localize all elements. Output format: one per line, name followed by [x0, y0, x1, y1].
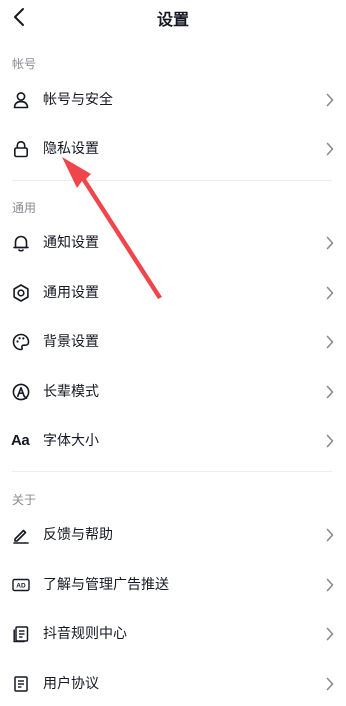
settings-item-user-agreement[interactable]: 用户协议	[0, 662, 346, 706]
section-divider	[12, 471, 332, 472]
settings-item-label: 隐私设置	[43, 141, 99, 157]
settings-item-notifications[interactable]: 通知设置	[0, 221, 346, 265]
chevron-right-icon	[326, 93, 334, 107]
settings-item-label: 背景设置	[43, 334, 99, 350]
chevron-right-icon	[326, 578, 334, 592]
settings-item-label: 了解与管理广告推送	[43, 577, 169, 593]
chevron-right-icon	[326, 236, 334, 250]
chevron-right-icon	[326, 286, 334, 300]
settings-item-account-security[interactable]: 帐号与安全	[0, 78, 346, 122]
settings-item-general[interactable]: 通用设置	[0, 271, 346, 315]
section-divider	[12, 180, 332, 181]
chevron-right-icon	[326, 434, 334, 448]
font-size-icon: Aa	[11, 432, 30, 449]
section-label-account: 帐号	[12, 57, 37, 71]
settings-item-label: 通知设置	[43, 235, 99, 251]
settings-item-label: 长辈模式	[43, 384, 99, 400]
agreement-icon	[11, 674, 31, 694]
settings-item-label: 字体大小	[43, 433, 99, 449]
bell-icon	[11, 233, 31, 253]
settings-item-font-size[interactable]: Aa 字体大小	[0, 419, 346, 463]
settings-item-rules-center[interactable]: 抖音规则中心	[0, 612, 346, 656]
settings-item-label: 帐号与安全	[43, 92, 113, 108]
person-icon	[11, 90, 31, 110]
chevron-right-icon	[326, 627, 334, 641]
chevron-right-icon	[326, 677, 334, 691]
settings-item-elder-mode[interactable]: 长辈模式	[0, 370, 346, 414]
chevron-right-icon	[326, 142, 334, 156]
document-icon	[11, 624, 31, 644]
settings-item-label: 通用设置	[43, 285, 99, 301]
svg-text:AD: AD	[16, 583, 26, 590]
top-bar: 设置	[0, 0, 346, 34]
section-label-about: 关于	[12, 493, 37, 507]
pencil-icon	[11, 525, 31, 545]
settings-item-background[interactable]: 背景设置	[0, 320, 346, 364]
page-title: 设置	[156, 10, 189, 29]
settings-item-privacy[interactable]: 隐私设置	[0, 127, 346, 171]
gear-icon	[11, 283, 31, 303]
section-label-general: 通用	[12, 201, 37, 215]
settings-item-ad-preferences[interactable]: AD 了解与管理广告推送	[0, 563, 346, 607]
palette-icon	[11, 332, 31, 352]
lock-icon	[11, 139, 31, 159]
settings-item-label: 抖音规则中心	[43, 626, 127, 642]
settings-item-feedback[interactable]: 反馈与帮助	[0, 513, 346, 557]
chevron-right-icon	[326, 335, 334, 349]
chevron-right-icon	[326, 385, 334, 399]
settings-item-label: 反馈与帮助	[43, 527, 113, 543]
ad-icon: AD	[11, 575, 31, 595]
elder-mode-icon	[11, 382, 31, 402]
settings-item-label: 用户协议	[43, 676, 99, 692]
chevron-right-icon	[326, 528, 334, 542]
